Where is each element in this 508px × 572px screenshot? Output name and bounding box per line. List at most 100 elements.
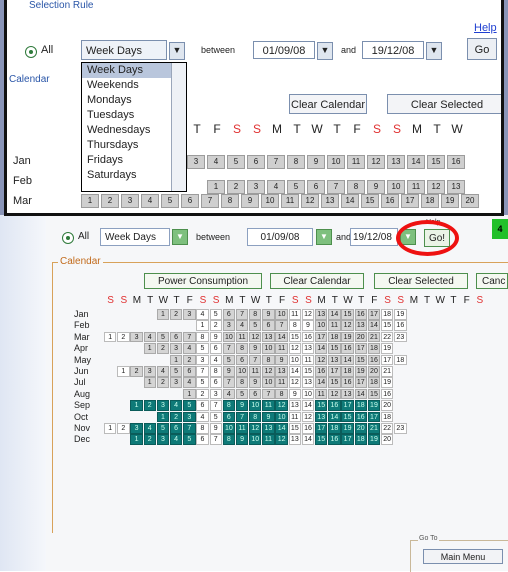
day-cell[interactable]: 2 (183, 354, 196, 366)
day-cell[interactable]: 3 (169, 343, 183, 354)
day-cell[interactable]: 14 (341, 354, 354, 366)
day-cell[interactable]: 17 (401, 194, 419, 208)
day-cell[interactable]: 15 (361, 194, 379, 208)
day-cell[interactable]: 9 (249, 343, 262, 354)
day-cell[interactable]: 3 (130, 331, 143, 343)
day-cell[interactable]: 1 (117, 366, 130, 377)
day-cell[interactable]: 18 (394, 354, 407, 366)
day-cell[interactable]: 6 (209, 343, 222, 354)
day-cell[interactable]: 15 (315, 434, 328, 445)
day-cell[interactable]: 1 (183, 388, 196, 400)
day-cell[interactable]: 13 (301, 343, 315, 354)
day-cell[interactable]: 14 (315, 377, 328, 388)
day-cell[interactable]: 4 (169, 400, 183, 411)
day-cell[interactable]: 15 (341, 411, 354, 423)
day-cell[interactable]: 2 (143, 400, 156, 411)
day-cell[interactable]: 14 (367, 320, 381, 331)
day-cell[interactable]: 9 (367, 180, 385, 194)
day-cell[interactable]: 9 (275, 354, 288, 366)
day-cell[interactable]: 17 (315, 331, 328, 343)
day-cell[interactable]: 8 (235, 377, 249, 388)
day-cell[interactable]: 17 (380, 354, 394, 366)
day-cell[interactable]: 2 (101, 194, 119, 208)
day-cell[interactable]: 22 (380, 331, 394, 343)
day-cell[interactable]: 18 (328, 331, 341, 343)
date-from-field[interactable]: 01/09/08 (247, 228, 313, 246)
day-cell[interactable]: 2 (130, 366, 143, 377)
day-cell[interactable]: 17 (341, 400, 354, 411)
chevron-down-icon[interactable]: ▼ (426, 42, 442, 60)
day-cell[interactable]: 10 (222, 331, 236, 343)
day-cell[interactable]: 4 (183, 377, 196, 388)
day-cell[interactable]: 13 (447, 180, 465, 194)
clear-calendar-button[interactable]: Clear Calendar (270, 273, 364, 289)
day-cell[interactable]: 12 (275, 434, 288, 445)
day-cell[interactable]: 20 (354, 331, 367, 343)
day-cell[interactable]: 5 (161, 194, 179, 208)
day-cell[interactable]: 12 (301, 194, 319, 208)
day-cell[interactable]: 15 (341, 309, 354, 320)
day-cell[interactable]: 10 (261, 194, 279, 208)
day-cell[interactable]: 23 (394, 423, 407, 434)
date-to-field[interactable]: 19/12/08 (350, 228, 398, 246)
main-menu-button[interactable]: Main Menu (423, 549, 503, 564)
day-cell[interactable]: 17 (367, 411, 381, 423)
day-cell[interactable]: 14 (301, 400, 315, 411)
day-cell[interactable]: 23 (394, 331, 407, 343)
day-cell[interactable]: 13 (315, 309, 328, 320)
day-cell[interactable]: 5 (196, 343, 209, 354)
day-cell[interactable]: 3 (187, 155, 205, 169)
day-cell[interactable]: 2 (117, 423, 130, 434)
day-cell[interactable]: 17 (315, 423, 328, 434)
day-cell[interactable]: 4 (267, 180, 285, 194)
day-cell[interactable]: 5 (222, 354, 236, 366)
day-cell[interactable]: 2 (169, 411, 183, 423)
day-cell[interactable]: 12 (262, 366, 275, 377)
day-cell[interactable]: 1 (143, 377, 156, 388)
day-cell[interactable]: 14 (275, 423, 288, 434)
day-cell[interactable]: 11 (249, 366, 262, 377)
day-cell[interactable]: 10 (235, 366, 249, 377)
day-cell[interactable]: 12 (288, 343, 302, 354)
day-cell[interactable]: 9 (249, 377, 262, 388)
day-cell[interactable]: 4 (169, 434, 183, 445)
day-cell[interactable]: 11 (275, 377, 288, 388)
day-cell[interactable]: 12 (367, 155, 385, 169)
day-cell[interactable]: 13 (262, 331, 275, 343)
day-cell[interactable]: 10 (301, 388, 315, 400)
day-cell[interactable]: 14 (328, 309, 341, 320)
day-cell[interactable]: 5 (235, 388, 249, 400)
day-cell[interactable]: 3 (121, 194, 139, 208)
day-cell[interactable]: 4 (196, 309, 209, 320)
day-cell[interactable]: 19 (394, 309, 407, 320)
day-cell[interactable]: 4 (196, 411, 209, 423)
day-cell[interactable]: 6 (247, 155, 265, 169)
chevron-down-icon[interactable]: ▼ (317, 42, 333, 60)
day-cell[interactable]: 10 (262, 343, 275, 354)
day-cell[interactable]: 8 (288, 320, 302, 331)
day-cell[interactable]: 6 (307, 180, 325, 194)
day-cell[interactable]: 7 (209, 434, 222, 445)
day-cell[interactable]: 15 (354, 354, 367, 366)
day-cell[interactable]: 8 (275, 388, 288, 400)
day-cell[interactable]: 1 (143, 343, 156, 354)
day-cell[interactable]: 13 (354, 320, 367, 331)
day-cell[interactable]: 12 (328, 388, 341, 400)
day-cell[interactable]: 4 (156, 366, 170, 377)
day-cell[interactable]: 12 (249, 331, 262, 343)
day-cell[interactable]: 16 (354, 411, 367, 423)
day-cell[interactable]: 9 (209, 423, 222, 434)
day-cell[interactable]: 6 (196, 434, 209, 445)
day-cell[interactable]: 16 (301, 423, 315, 434)
day-cell[interactable]: 4 (222, 388, 236, 400)
day-cell[interactable]: 9 (262, 411, 275, 423)
day-cell[interactable]: 13 (328, 354, 341, 366)
day-cell[interactable]: 6 (235, 354, 249, 366)
day-cell[interactable]: 3 (156, 400, 170, 411)
day-cell[interactable]: 12 (275, 400, 288, 411)
day-cell[interactable]: 4 (235, 320, 249, 331)
day-cell[interactable]: 13 (288, 400, 302, 411)
day-cell[interactable]: 9 (222, 366, 236, 377)
day-cell[interactable]: 7 (235, 309, 249, 320)
day-cell[interactable]: 16 (354, 309, 367, 320)
